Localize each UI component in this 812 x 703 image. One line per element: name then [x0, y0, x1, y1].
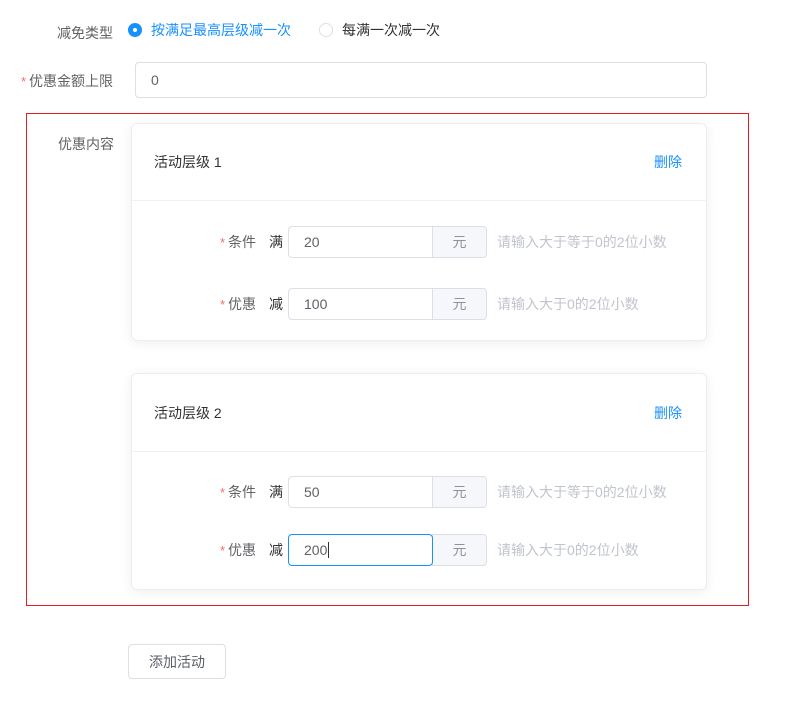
required-asterisk: * [220, 485, 225, 500]
yuan-suffix: 元 [432, 226, 487, 258]
tier-card-1-body: * 条件 满 20 元 请输入大于等于0的2位小数 * 优惠 减 100 [132, 201, 706, 320]
input-hint: 请输入大于0的2位小数 [497, 540, 639, 560]
delete-tier-link[interactable]: 删除 [654, 152, 682, 172]
max-discount-label: *优惠金额上限 [0, 71, 113, 92]
yuan-suffix: 元 [432, 288, 487, 320]
field-name: 优惠 [228, 540, 256, 560]
condition-input-group: 50 元 [288, 476, 487, 508]
discount-amount-input[interactable]: 100 [288, 288, 433, 320]
add-activity-button[interactable]: 添加活动 [128, 644, 226, 679]
reduction-type-radio-group: 按满足最高层级减一次 每满一次减一次 [128, 20, 440, 40]
condition-row: * 条件 满 50 元 请输入大于等于0的2位小数 [132, 476, 706, 508]
unit-word: 满 [269, 232, 283, 252]
max-discount-input[interactable]: 0 [135, 62, 707, 98]
discount-row: * 优惠 减 200 元 请输入大于0的2位小数 [132, 534, 706, 566]
input-value: 20 [304, 234, 320, 250]
yuan-suffix: 元 [432, 476, 487, 508]
input-value: 200 [304, 542, 327, 558]
text-caret [328, 542, 329, 558]
input-hint: 请输入大于等于0的2位小数 [497, 482, 667, 502]
required-asterisk: * [220, 235, 225, 250]
required-asterisk: * [21, 74, 26, 89]
field-name: 条件 [228, 482, 256, 502]
max-discount-value: 0 [151, 72, 159, 88]
radio-selected-icon[interactable] [128, 23, 142, 37]
condition-amount-input[interactable]: 20 [288, 226, 433, 258]
condition-input-group: 20 元 [288, 226, 487, 258]
required-asterisk: * [220, 297, 225, 312]
radio-option-label[interactable]: 每满一次减一次 [342, 20, 440, 40]
input-hint: 请输入大于等于0的2位小数 [497, 232, 667, 252]
unit-word: 减 [269, 540, 283, 560]
tier-card-2: 活动层级 2 删除 * 条件 满 50 元 请输入大于等于0的2位小数 * 优惠… [131, 373, 707, 590]
discount-input-group: 100 元 [288, 288, 487, 320]
discount-row: * 优惠 减 100 元 请输入大于0的2位小数 [132, 288, 706, 320]
condition-label: * 条件 满 [132, 232, 283, 252]
yuan-suffix: 元 [432, 534, 487, 566]
delete-tier-link[interactable]: 删除 [654, 403, 682, 423]
input-hint: 请输入大于0的2位小数 [497, 294, 639, 314]
tier-title: 活动层级 1 [154, 152, 222, 172]
discount-label: * 优惠 减 [132, 540, 283, 560]
field-name: 优惠 [228, 294, 256, 314]
radio-option-highest-tier[interactable]: 按满足最高层级减一次 [128, 20, 291, 40]
radio-option-every-time[interactable]: 每满一次减一次 [319, 20, 440, 40]
required-asterisk: * [220, 543, 225, 558]
reduction-type-label: 减免类型 [0, 23, 113, 43]
input-value: 50 [304, 484, 320, 500]
tier-title: 活动层级 2 [154, 403, 222, 423]
discount-amount-input-focused[interactable]: 200 [288, 534, 433, 566]
tier-card-2-body: * 条件 满 50 元 请输入大于等于0的2位小数 * 优惠 减 200 [132, 452, 706, 566]
condition-row: * 条件 满 20 元 请输入大于等于0的2位小数 [132, 226, 706, 258]
tier-card-2-header: 活动层级 2 删除 [132, 374, 706, 452]
condition-label: * 条件 满 [132, 482, 283, 502]
discount-label: * 优惠 减 [132, 294, 283, 314]
unit-word: 减 [269, 294, 283, 314]
discount-content-label: 优惠内容 [58, 134, 114, 154]
radio-unselected-icon[interactable] [319, 23, 333, 37]
condition-amount-input[interactable]: 50 [288, 476, 433, 508]
add-activity-button-label: 添加活动 [149, 652, 205, 672]
tier-card-1-header: 活动层级 1 删除 [132, 124, 706, 201]
input-value: 100 [304, 296, 327, 312]
tier-card-1: 活动层级 1 删除 * 条件 满 20 元 请输入大于等于0的2位小数 * 优惠… [131, 123, 707, 341]
unit-word: 满 [269, 482, 283, 502]
discount-input-group: 200 元 [288, 534, 487, 566]
field-name: 条件 [228, 232, 256, 252]
radio-option-label[interactable]: 按满足最高层级减一次 [151, 20, 291, 40]
